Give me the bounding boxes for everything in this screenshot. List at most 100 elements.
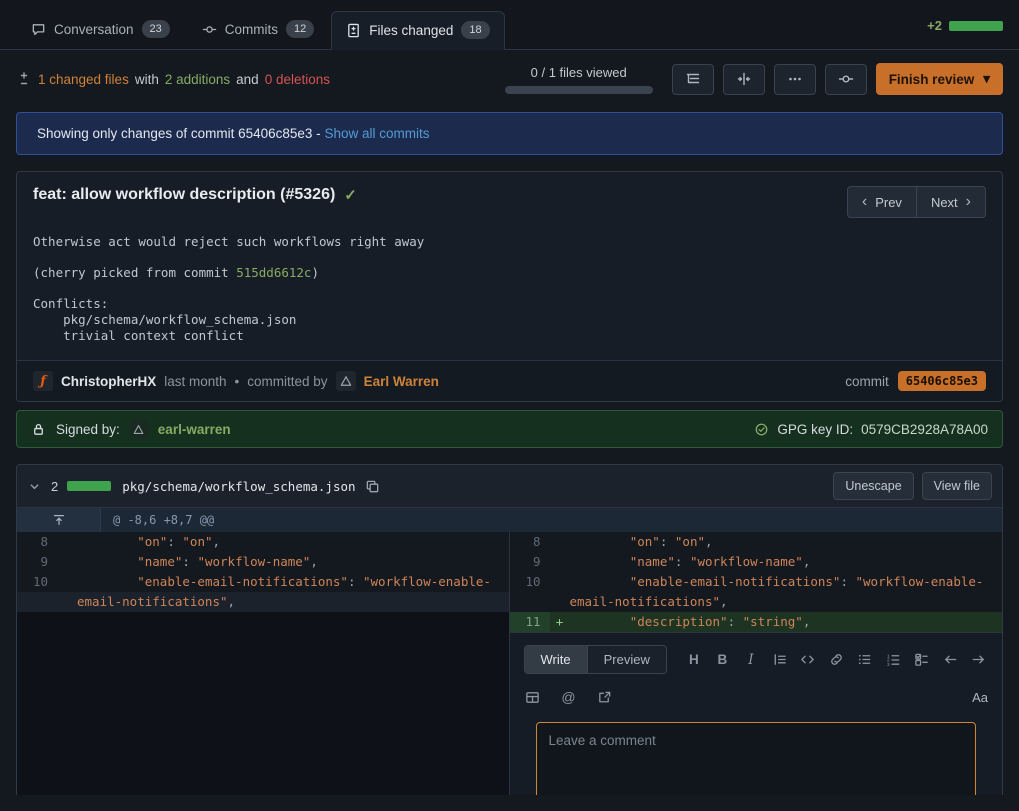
cherry-pick-suffix: ): [311, 265, 319, 280]
banner-text: Showing only changes of commit 65406c85e…: [37, 126, 321, 141]
next-commit-button[interactable]: Next ›: [916, 186, 986, 218]
triangle-logo-icon: [132, 423, 145, 436]
line-marker: [550, 552, 570, 572]
committed-by-text: committed by: [247, 374, 327, 389]
diff-context-line: 9 "name": "workflow-name",: [510, 552, 1003, 572]
file-tree-icon: [685, 71, 701, 87]
show-all-commits-link[interactable]: Show all commits: [324, 126, 429, 141]
unescape-button[interactable]: Unescape: [833, 472, 913, 500]
blank-line: [33, 250, 986, 265]
font-toggle-button[interactable]: Aa: [972, 690, 988, 705]
diff-context-line: 9 "name": "workflow-name",: [17, 552, 509, 572]
files-viewed-progressbar: [505, 86, 653, 94]
commit-pager: ‹ Prev Next ›: [847, 186, 986, 218]
line-number[interactable]: [510, 592, 550, 612]
commit-author-link[interactable]: ChristopherHX: [61, 374, 156, 389]
svg-text:3: 3: [887, 662, 890, 667]
ellipsis-icon: [787, 71, 803, 87]
heading-button[interactable]: H: [685, 651, 703, 669]
bold-button[interactable]: B: [713, 651, 731, 669]
tab-commits-count: 12: [286, 20, 314, 38]
finish-review-button[interactable]: Finish review ▾: [876, 63, 1003, 95]
diff-stats-row: 1 changed files with 2 additions and 0 d…: [0, 50, 1019, 105]
editor-mode-tabs: Write Preview: [524, 645, 667, 674]
code-button[interactable]: [799, 651, 817, 669]
code-text: email-notifications",: [570, 592, 1003, 612]
line-marker: [57, 552, 77, 572]
diff-view-toggle-button[interactable]: [723, 64, 765, 95]
split-diff-body: 8 "on": "on",9 "name": "workflow-name",1…: [17, 532, 1002, 795]
diff-left-empty-cell: [17, 612, 509, 795]
code-text: "name": "workflow-name",: [570, 552, 1003, 572]
preview-tab[interactable]: Preview: [587, 646, 666, 673]
file-tree-toggle-button[interactable]: [672, 64, 714, 95]
file-name: pkg/schema/workflow_schema.json: [122, 479, 355, 494]
line-marker: [57, 592, 77, 612]
commit-title: feat: allow workflow description (#5326): [33, 186, 335, 204]
commit-icon: [202, 22, 217, 37]
undo-button[interactable]: [941, 651, 959, 669]
hunk-header-text: @ -8,6 +8,7 @@: [101, 508, 226, 532]
line-marker: +: [550, 612, 570, 632]
quote-icon: [772, 652, 787, 667]
committer-link[interactable]: Earl Warren: [364, 374, 439, 389]
with-text: with: [135, 72, 159, 87]
tab-conversation-label: Conversation: [54, 22, 134, 37]
reference-button[interactable]: [596, 688, 614, 706]
ordered-list-button[interactable]: 123: [884, 651, 902, 669]
line-number[interactable]: 9: [510, 552, 550, 572]
diff-options-button[interactable]: [774, 64, 816, 95]
author-avatar[interactable]: ƒ: [33, 371, 53, 391]
line-number[interactable]: 11: [510, 612, 550, 632]
redo-button[interactable]: [970, 651, 988, 669]
line-number[interactable]: 10: [17, 572, 57, 592]
finish-review-label: Finish review: [889, 72, 975, 87]
pull-request-files-page: Conversation 23 Commits 12 Files changed…: [0, 0, 1019, 811]
expand-hunk-button[interactable]: [17, 508, 101, 532]
diff-context-line: 8 "on": "on",: [17, 532, 509, 552]
unordered-list-button[interactable]: [856, 651, 874, 669]
author-avatar-mark: ƒ: [40, 374, 46, 389]
task-list-button[interactable]: [913, 651, 931, 669]
dot-separator: •: [235, 374, 240, 389]
signer-link[interactable]: earl-warren: [158, 422, 231, 437]
diff-plusminus-icon: [16, 71, 32, 87]
commit-hash-badge[interactable]: 65406c85e3: [898, 371, 986, 391]
chevron-down-icon[interactable]: [27, 479, 42, 494]
tab-commits[interactable]: Commits 12: [187, 10, 330, 49]
commit-body-line: Conflicts:: [33, 296, 986, 312]
link-button[interactable]: [827, 651, 845, 669]
quote-button[interactable]: [770, 651, 788, 669]
line-number[interactable]: [17, 592, 57, 612]
commit-label: commit: [845, 374, 889, 389]
line-number[interactable]: 8: [510, 532, 550, 552]
code-icon: [800, 652, 815, 667]
cherry-pick-hash-link[interactable]: 515dd6612c: [236, 265, 311, 280]
commit-filter-banner: Showing only changes of commit 65406c85e…: [16, 112, 1003, 155]
commit-body-line: trivial context conflict: [33, 328, 986, 344]
prev-commit-button[interactable]: ‹ Prev: [847, 186, 917, 218]
triangle-logo-icon: [339, 374, 353, 388]
commit-select-button[interactable]: [825, 64, 867, 95]
view-file-button[interactable]: View file: [922, 472, 992, 500]
diff-file-icon: [346, 23, 361, 38]
signer-avatar[interactable]: [130, 420, 148, 438]
tab-conversation[interactable]: Conversation 23: [16, 10, 185, 49]
tab-files-changed[interactable]: Files changed 18: [331, 11, 504, 50]
diff-context-line: email-notifications",: [17, 592, 509, 612]
line-number[interactable]: 10: [510, 572, 550, 592]
committer-avatar[interactable]: [336, 371, 356, 391]
write-tab[interactable]: Write: [525, 646, 587, 673]
diff-left-rows: 8 "on": "on",9 "name": "workflow-name",1…: [17, 532, 509, 612]
copy-icon[interactable]: [365, 479, 380, 494]
expand-up-icon: [52, 513, 66, 527]
diff-context-line: 8 "on": "on",: [510, 532, 1003, 552]
line-number[interactable]: 9: [17, 552, 57, 572]
check-icon: ✓: [344, 186, 357, 204]
italic-button[interactable]: I: [742, 651, 760, 669]
comment-textarea[interactable]: [536, 722, 976, 795]
line-number[interactable]: 8: [17, 532, 57, 552]
commit-title-wrap: feat: allow workflow description (#5326)…: [33, 186, 357, 204]
table-button[interactable]: [524, 688, 542, 706]
mention-button[interactable]: @: [560, 688, 578, 706]
